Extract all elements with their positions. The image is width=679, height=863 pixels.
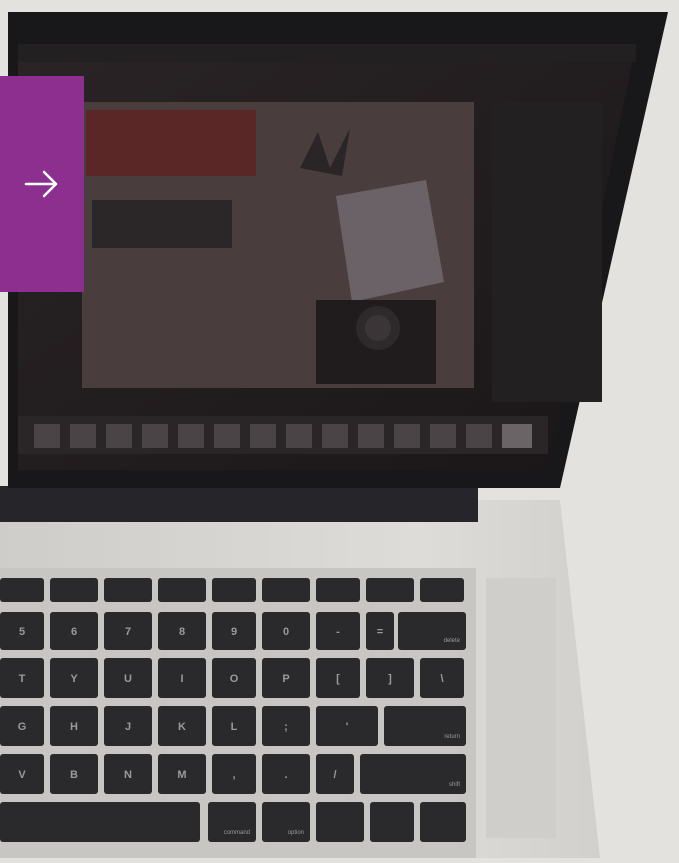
key-label: K [178,721,186,733]
key-label: 0 [283,626,289,638]
key-label: , [232,769,235,781]
keyboard-key [262,802,310,842]
keyboard-key [212,578,256,602]
arrow-right-icon [22,164,62,204]
key-label: G [18,721,27,733]
key-label: delete [444,638,461,644]
key-label: B [70,769,78,781]
key-label: U [124,673,132,685]
screen-side-panel [492,102,602,402]
key-label: O [230,673,239,685]
laptop-photo: 5 6 7 8 9 0 - = delete T Y U I O P [] \ G H J K L; ' return V B N M… [0,0,679,858]
key-label: option [288,830,304,836]
key-label: N [124,769,132,781]
keyboard-key [158,578,206,602]
key-label: V [18,769,26,781]
next-button[interactable] [0,76,84,292]
key-label: return [444,734,460,740]
keyboard-key [370,802,414,842]
screen-photo-notebook [336,180,444,302]
keyboard-key [316,802,364,842]
key-label: T [19,673,26,685]
key-label: M [177,769,186,781]
key-label: ; [284,721,288,733]
laptop-illustration: 5 6 7 8 9 0 - = delete T Y U I O P [] \ G H J K L; ' return V B N M… [0,12,668,858]
keyboard-key [398,612,466,650]
keyboard-key [360,754,466,794]
key-label: Y [70,673,78,685]
key-label: = [377,626,383,638]
key-label: . [284,769,287,781]
screen-photo-red-object [86,110,256,176]
key-label: - [336,626,340,638]
key-label: 6 [71,626,77,638]
key-label: 8 [179,626,185,638]
key-label: I [180,673,183,685]
keyboard-key [420,578,464,602]
keyboard-key [384,706,466,746]
key-label: 5 [19,626,25,638]
speaker-grille [486,578,556,838]
screen-photo-mini-keyboard [92,200,232,248]
key-label: ' [346,721,349,733]
key-label: / [333,769,336,781]
key-label: \ [440,673,443,685]
key-label: P [282,673,289,685]
keyboard-key [104,578,152,602]
keyboard-key [366,578,414,602]
key-label: 7 [125,626,131,638]
keyboard-key [0,578,44,602]
keyboard-key [208,802,256,842]
keyboard-key [420,802,466,842]
key-label: shift [449,782,460,788]
menu-bar [18,44,636,62]
key-label: [ [336,673,340,685]
key-label: 9 [231,626,237,638]
key-label: L [231,721,238,733]
keyboard-key [316,578,360,602]
key-label: H [70,721,78,733]
key-label: ] [388,673,392,685]
key-label: command [224,830,250,836]
keyboard-key [0,802,200,842]
key-label: J [125,721,131,733]
keyboard-key [50,578,98,602]
laptop-hinge [0,486,478,522]
keyboard-key [262,578,310,602]
